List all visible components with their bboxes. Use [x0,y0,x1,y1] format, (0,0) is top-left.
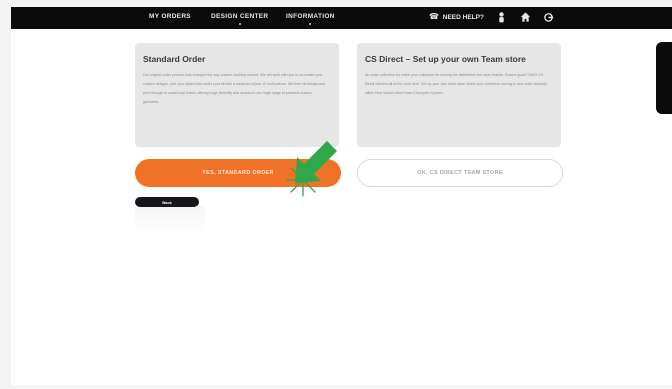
card-title: CS Direct – Set up your own Team store [365,54,526,64]
logout-icon[interactable] [543,11,554,23]
nav-item-label: DESIGN CENTER [211,13,269,20]
dropdown-indicator-icon [238,23,241,25]
dropdown-indicator-icon [309,23,312,25]
top-navigation-bar: MY ORDERS DESIGN CENTER INFORMATION ☎ NE… [11,7,672,29]
user-icon[interactable] [496,11,507,23]
button-shadow [135,207,205,235]
team-store-button[interactable]: OK, CS DIRECT TEAM STORE [357,159,563,187]
cs-direct-card: CS Direct – Set up your own Team store A… [357,43,561,147]
standard-order-card: Standard Order Our original order proces… [135,43,339,147]
side-feedback-tab[interactable] [656,42,672,114]
card-title: Standard Order [143,54,206,64]
nav-item-my-orders[interactable]: MY ORDERS [149,13,191,20]
nav-item-label: MY ORDERS [149,13,191,20]
nav-item-information[interactable]: INFORMATION [286,13,335,25]
browser-viewport: MY ORDERS DESIGN CENTER INFORMATION ☎ NE… [11,7,672,385]
need-help-label: NEED HELP? [442,14,484,21]
back-button[interactable]: Back [135,197,199,207]
card-description: An order collection for entire your coll… [365,73,547,95]
home-icon[interactable] [520,11,531,23]
need-help-link[interactable]: ☎ NEED HELP? [429,12,484,21]
nav-item-design-center[interactable]: DESIGN CENTER [211,13,269,25]
phone-icon: ☎ [429,12,439,21]
nav-item-label: INFORMATION [286,13,335,20]
arrow-pointer-icon [295,141,337,183]
card-description: Our original order process that changed … [143,73,325,104]
